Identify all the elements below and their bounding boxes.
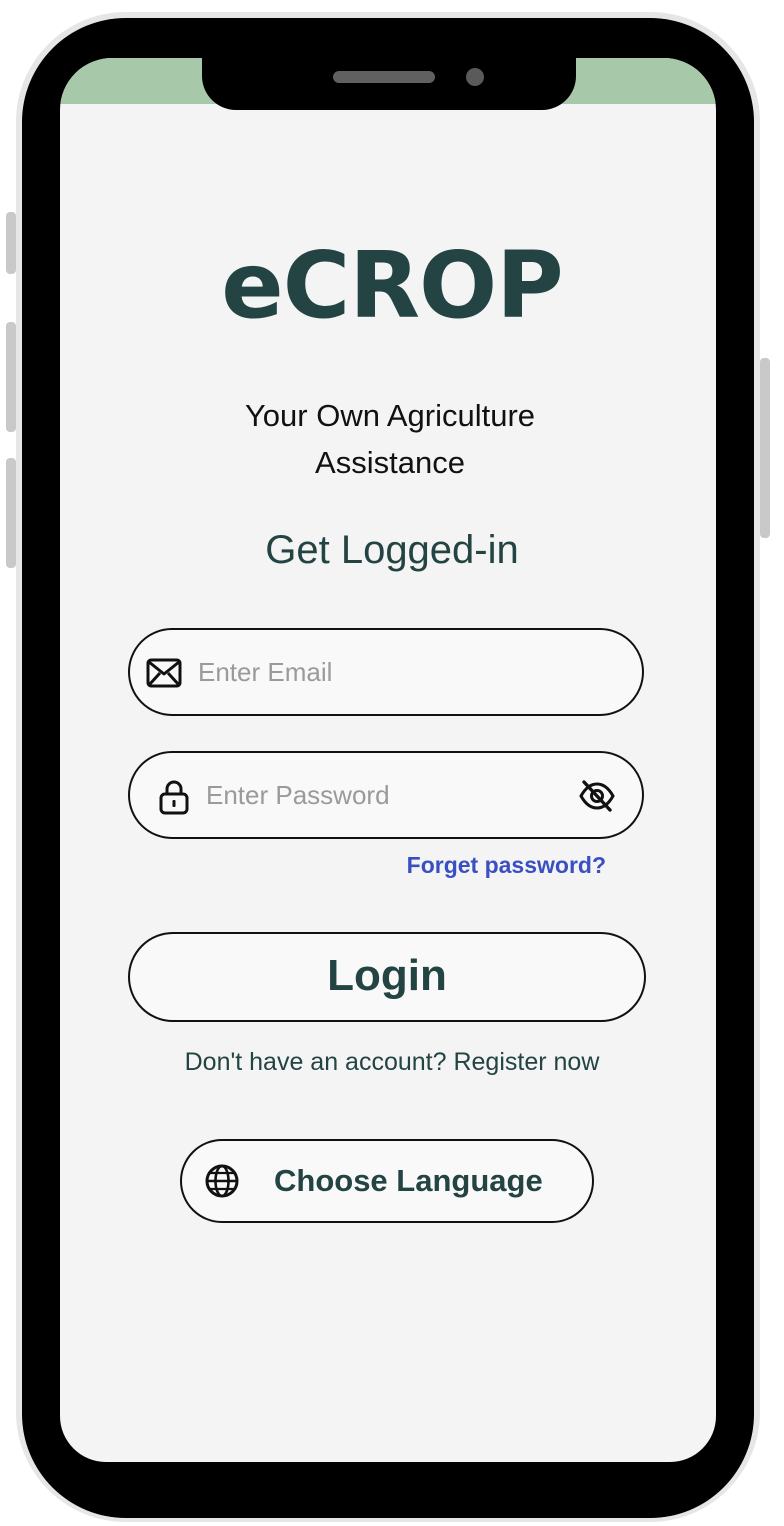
- speaker-grille: [333, 71, 435, 83]
- tagline-line-2: Assistance: [315, 445, 465, 480]
- envelope-icon: [146, 658, 182, 688]
- password-input[interactable]: [206, 753, 566, 837]
- lock-icon: [159, 780, 189, 815]
- front-camera: [466, 68, 484, 86]
- tagline-line-1: Your Own Agriculture: [244, 398, 536, 433]
- register-link[interactable]: Don't have an account? Register now: [0, 1044, 784, 1080]
- password-field[interactable]: [128, 751, 644, 839]
- email-input[interactable]: [198, 630, 618, 714]
- email-field[interactable]: [128, 628, 644, 716]
- login-button[interactable]: Login: [128, 932, 646, 1022]
- choose-language-label: Choose Language: [274, 1163, 543, 1198]
- side-button-volume-up: [6, 322, 16, 432]
- page-title: Get Logged-in: [265, 528, 519, 572]
- side-button-power: [760, 358, 770, 538]
- forgot-password-link[interactable]: Forget password?: [380, 852, 606, 879]
- eye-off-icon[interactable]: [578, 779, 616, 813]
- globe-icon: [205, 1164, 239, 1198]
- app-logo: eCROP: [221, 232, 563, 339]
- app-tagline: Your Own Agriculture Assistance: [190, 392, 590, 486]
- choose-language-button[interactable]: Choose Language: [180, 1139, 594, 1223]
